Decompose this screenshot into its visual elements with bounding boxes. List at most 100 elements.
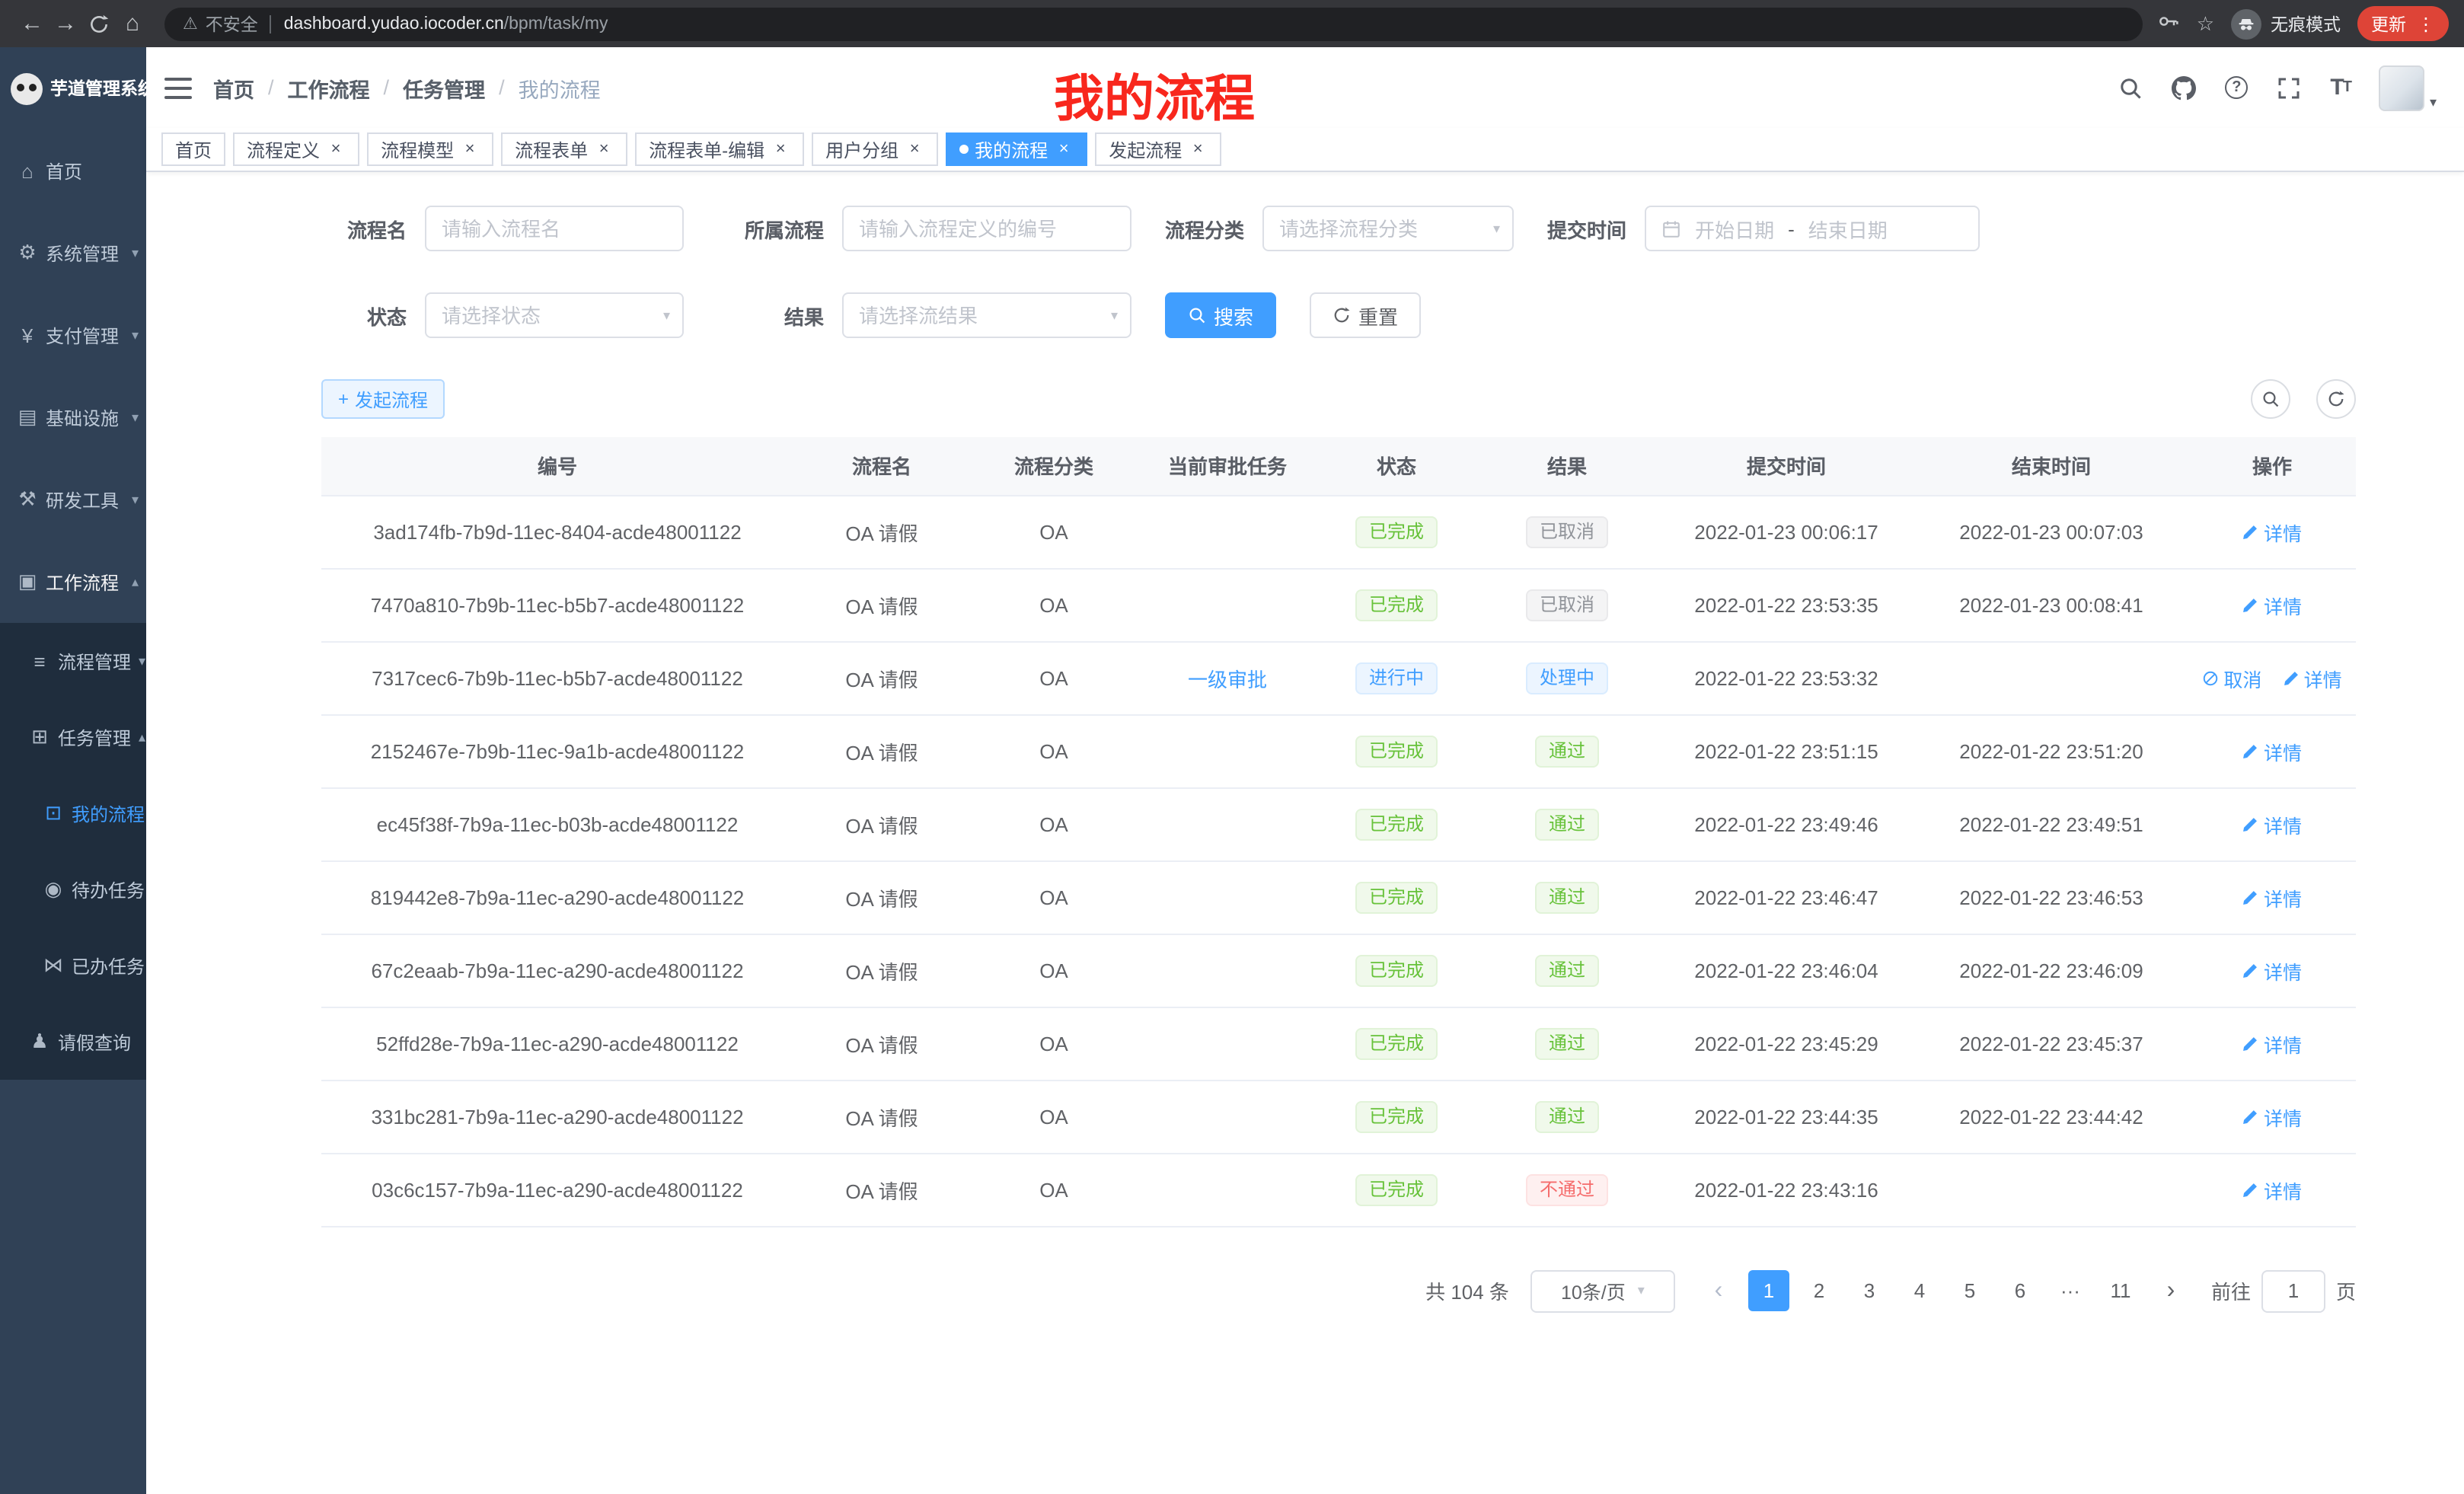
cancel-link[interactable]: 取消	[2202, 663, 2261, 692]
pagination: 共 104 条 10条/页 ▾ ‹ 1 2 3 4 5 6 ··· 11 ›	[321, 1269, 2356, 1312]
sidebar-item-workflow[interactable]: ▣ 工作流程 ▴	[0, 541, 146, 623]
annotation-overlay-text: 我的流程	[1054, 58, 1255, 131]
cancel-icon	[2202, 669, 2219, 686]
bookmark-star-icon[interactable]: ☆	[2197, 11, 2214, 36]
sidebar-item-done-tasks[interactable]: ⋈ 已办任务	[0, 927, 146, 1004]
reset-button[interactable]: 重置	[1310, 292, 1421, 338]
sidebar-item-my-process[interactable]: ⊡ 我的流程	[0, 775, 146, 851]
status-select[interactable]	[425, 292, 684, 338]
address-bar[interactable]: ⚠ 不安全 dashboard.yudao.iocoder.cn /bpm/ta…	[164, 7, 2143, 40]
prev-page-button[interactable]: ‹	[1698, 1270, 1739, 1311]
tab-process-form-edit[interactable]: 流程表单-编辑×	[635, 132, 804, 166]
detail-link[interactable]: 详情	[2242, 1175, 2302, 1204]
tab-label: 我的流程	[975, 136, 1048, 162]
sidebar-item-system[interactable]: ⚙ 系统管理 ▾	[0, 212, 146, 294]
date-range-picker[interactable]: 开始日期 - 结束日期	[1645, 206, 1980, 251]
cell-category: OA	[970, 1080, 1138, 1153]
task-icon: ⊞	[29, 725, 50, 749]
fullscreen-icon[interactable]	[2277, 75, 2301, 100]
detail-link[interactable]: 详情	[2242, 1029, 2302, 1058]
tab-process-definition[interactable]: 流程定义×	[233, 132, 359, 166]
page-button-6[interactable]: 6	[2000, 1270, 2041, 1311]
close-icon[interactable]: ×	[1188, 140, 1208, 158]
close-icon[interactable]: ×	[460, 140, 480, 158]
page-size-select[interactable]: 10条/页 ▾	[1530, 1269, 1675, 1312]
cell-name: OA 请假	[793, 495, 970, 568]
toggle-search-button[interactable]	[2251, 379, 2290, 419]
password-key-icon[interactable]	[2159, 11, 2180, 37]
close-icon[interactable]: ×	[594, 140, 614, 158]
hamburger-icon[interactable]	[164, 77, 192, 98]
tab-user-group[interactable]: 用户分组×	[812, 132, 938, 166]
search-icon[interactable]	[2118, 75, 2143, 100]
tab-my-process[interactable]: 我的流程 ×	[946, 132, 1087, 166]
detail-link[interactable]: 详情	[2242, 956, 2302, 985]
next-page-button[interactable]: ›	[2150, 1270, 2191, 1311]
sidebar-item-dev-tools[interactable]: ⚒ 研发工具 ▾	[0, 458, 146, 541]
detail-link[interactable]: 详情	[2283, 663, 2342, 692]
github-icon[interactable]	[2172, 75, 2196, 100]
forward-icon[interactable]: →	[49, 11, 82, 37]
detail-label: 详情	[2264, 1029, 2302, 1058]
detail-label: 详情	[2264, 1102, 2302, 1131]
page-button-11[interactable]: 11	[2100, 1270, 2141, 1311]
page-button-4[interactable]: 4	[1899, 1270, 1940, 1311]
edit-icon	[2242, 742, 2259, 759]
cell-category: OA	[970, 495, 1138, 568]
close-icon[interactable]: ×	[326, 140, 346, 158]
page-button-5[interactable]: 5	[1949, 1270, 1990, 1311]
tab-home[interactable]: 首页	[161, 132, 225, 166]
process-definition-input[interactable]	[842, 206, 1131, 251]
breadcrumb-home[interactable]: 首页	[213, 72, 254, 103]
help-icon[interactable]: ?	[2225, 76, 2248, 99]
page-button-3[interactable]: 3	[1849, 1270, 1890, 1311]
detail-link[interactable]: 详情	[2242, 590, 2302, 619]
app-logo[interactable]: 芋道管理系统	[0, 47, 146, 129]
refresh-table-button[interactable]	[2316, 379, 2356, 419]
sidebar-item-todo-tasks[interactable]: ◉ 待办任务	[0, 851, 146, 927]
chrome-update-button[interactable]: 更新 ⋮	[2357, 6, 2449, 41]
process-name-input[interactable]	[425, 206, 684, 251]
close-icon[interactable]: ×	[905, 140, 924, 158]
cell-submit-time: 2022-01-22 23:46:04	[1658, 934, 1914, 1007]
sidebar-item-infrastructure[interactable]: ▤ 基础设施 ▾	[0, 376, 146, 458]
breadcrumb-task-management[interactable]: 任务管理	[403, 72, 485, 103]
user-menu[interactable]: ▾	[2379, 65, 2437, 110]
start-process-button[interactable]: + 发起流程	[321, 379, 445, 419]
browser-menu-icon[interactable]: ⋮	[2417, 13, 2435, 34]
more-pages-button[interactable]: ···	[2050, 1270, 2091, 1311]
detail-link[interactable]: 详情	[2242, 883, 2302, 911]
update-label: 更新	[2371, 11, 2406, 36]
page-button-2[interactable]: 2	[1799, 1270, 1840, 1311]
home-icon[interactable]: ⌂	[116, 11, 149, 37]
plus-icon: +	[338, 388, 349, 410]
sidebar-item-leave-query[interactable]: ♟ 请假查询	[0, 1004, 146, 1080]
page-content: 流程名 所属流程 流程分类 ▾ 提	[146, 172, 2464, 1494]
close-icon[interactable]: ×	[771, 140, 790, 158]
sidebar-item-payment[interactable]: ¥ 支付管理 ▾	[0, 294, 146, 376]
detail-link[interactable]: 详情	[2242, 809, 2302, 838]
result-select[interactable]	[842, 292, 1131, 338]
font-size-icon[interactable]: TT	[2330, 75, 2351, 101]
cell-name: OA 请假	[793, 860, 970, 934]
detail-link[interactable]: 详情	[2242, 517, 2302, 546]
breadcrumb-workflow[interactable]: 工作流程	[288, 72, 370, 103]
goto-page-input[interactable]	[2261, 1269, 2325, 1312]
close-icon[interactable]: ×	[1054, 140, 1074, 158]
tab-process-model[interactable]: 流程模型×	[367, 132, 493, 166]
sidebar-item-task-management[interactable]: ⊞ 任务管理 ▴	[0, 699, 146, 775]
detail-link[interactable]: 详情	[2242, 1102, 2302, 1131]
tab-process-form[interactable]: 流程表单×	[501, 132, 627, 166]
sidebar-item-home[interactable]: ⌂ 首页	[0, 129, 146, 212]
category-select[interactable]	[1262, 206, 1514, 251]
reload-icon[interactable]	[82, 11, 116, 37]
page-button-1[interactable]: 1	[1748, 1270, 1789, 1311]
search-button[interactable]: 搜索	[1165, 292, 1276, 338]
current-task-link[interactable]: 一级审批	[1188, 668, 1267, 691]
tab-start-process[interactable]: 发起流程×	[1095, 132, 1221, 166]
detail-link[interactable]: 详情	[2242, 736, 2302, 765]
back-icon[interactable]: ←	[15, 11, 49, 37]
sidebar-item-process-management[interactable]: ≡ 流程管理 ▾	[0, 623, 146, 699]
cell-id: 3ad174fb-7b9d-11ec-8404-acde48001122	[321, 495, 793, 568]
filter-name-label: 流程名	[321, 214, 407, 243]
